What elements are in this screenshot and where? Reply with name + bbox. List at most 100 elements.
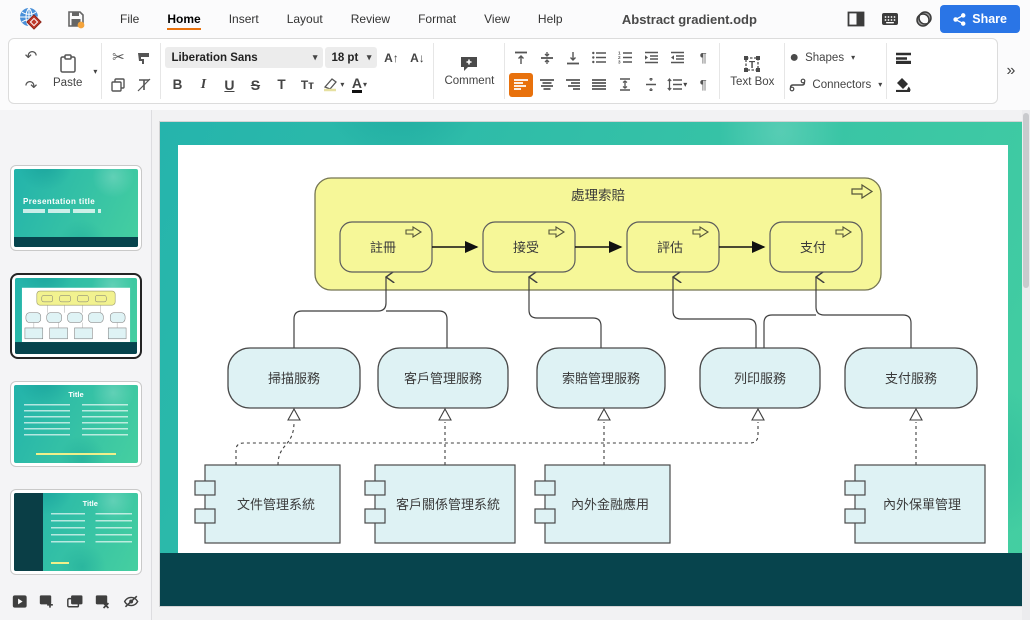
menu-home[interactable]: Home — [157, 6, 210, 32]
slide-thumbnail-3[interactable]: Title — [10, 381, 142, 467]
svg-text:3: 3 — [618, 60, 621, 64]
canvas-scrollbar[interactable] — [1022, 110, 1030, 620]
menu-view[interactable]: View — [474, 6, 520, 32]
service-claims-mgmt[interactable]: 索賠管理服務 — [537, 348, 665, 408]
paragraph-ltr-button[interactable]: ¶ — [691, 73, 715, 97]
font-name-select[interactable]: Liberation Sans ▾ — [165, 47, 323, 68]
font-color-caret-icon: ▾ — [363, 80, 367, 89]
menu-file[interactable]: File — [110, 6, 149, 32]
decrease-indent-button[interactable] — [639, 46, 663, 70]
service-payment[interactable]: 支付服務 — [845, 348, 977, 408]
slide-thumbnail-4[interactable]: Title — [10, 489, 142, 575]
slide-footer-bar — [160, 553, 1022, 606]
increase-font-button[interactable]: A↑ — [379, 46, 403, 70]
component-finance-apps[interactable]: 內外金融應用 — [535, 465, 670, 543]
paste-button[interactable]: Paste — [47, 44, 88, 98]
ribbon-more-button[interactable]: » — [998, 38, 1024, 104]
increase-indent-button[interactable] — [665, 46, 689, 70]
font-size-select[interactable]: 18 pt ▾ — [325, 47, 377, 68]
text-box-button[interactable]: T Text Box — [724, 44, 780, 98]
bold-button[interactable]: B — [165, 73, 189, 97]
paste-icon — [59, 54, 77, 74]
svg-text:文件管理系統: 文件管理系統 — [237, 497, 315, 512]
font-color-button[interactable]: A ▾ — [347, 73, 371, 97]
thumb4-body-lines — [51, 513, 132, 543]
align-bottom-button[interactable] — [561, 46, 585, 70]
keyboard-icon[interactable] — [880, 9, 900, 29]
service-print[interactable]: 列印服務 — [700, 348, 820, 408]
menu-review[interactable]: Review — [341, 6, 400, 32]
align-left-button[interactable] — [509, 73, 533, 97]
panel-toggle-icon[interactable] — [846, 9, 866, 29]
menu-layout[interactable]: Layout — [277, 6, 333, 32]
decrease-font-button[interactable]: A↓ — [405, 46, 429, 70]
align-center-button[interactable] — [535, 73, 559, 97]
paste-caret-icon[interactable]: ▾ — [93, 67, 97, 76]
app-header: File Home Insert Layout Review Format Vi… — [0, 0, 1030, 38]
duplicate-slide-button[interactable] — [67, 593, 83, 610]
step-evaluate[interactable]: 評估 — [627, 222, 719, 272]
slide-content-area[interactable]: 處理索賠 註冊 — [178, 145, 1008, 553]
format-painter-button[interactable] — [132, 46, 156, 70]
slide-layout-button[interactable] — [891, 46, 915, 70]
copy-button[interactable] — [106, 73, 130, 97]
line-spacing-button[interactable]: ▾ — [665, 73, 689, 97]
paperclip-icon[interactable] — [914, 9, 934, 29]
svg-text:註冊: 註冊 — [370, 240, 396, 255]
slide-thumbnail-1[interactable]: Presentation title — [10, 165, 142, 251]
component-policy-mgmt[interactable]: 內外保單管理 — [845, 465, 985, 543]
editor-canvas[interactable]: 處理索賠 註冊 — [152, 110, 1030, 620]
italic-button[interactable]: I — [191, 73, 215, 97]
char-spacing-button[interactable]: T — [269, 73, 293, 97]
distribute-button[interactable] — [639, 73, 663, 97]
component-crm[interactable]: 客戶關係管理系統 — [365, 465, 515, 543]
add-slide-button[interactable] — [39, 593, 54, 610]
canvas-scrollbar-thumb[interactable] — [1023, 113, 1029, 288]
step-pay[interactable]: 支付 — [770, 222, 862, 272]
menu-format[interactable]: Format — [408, 6, 466, 32]
align-right-button[interactable] — [561, 73, 585, 97]
underline-button[interactable]: U — [217, 73, 241, 97]
redo-button[interactable]: ↷ — [19, 74, 43, 98]
start-slideshow-button[interactable] — [12, 593, 27, 610]
slide-thumbnail-2-selected[interactable] — [10, 273, 142, 359]
svg-text:掃描服務: 掃描服務 — [268, 371, 320, 386]
dashed-doc-print[interactable] — [236, 422, 758, 465]
save-icon[interactable] — [66, 9, 86, 29]
vertical-text-align-button[interactable] — [613, 73, 637, 97]
share-label: Share — [972, 12, 1007, 26]
connectors-button[interactable]: Connectors ▾ — [789, 71, 882, 98]
shapes-button[interactable]: ● Shapes ▾ — [789, 44, 882, 71]
undo-button[interactable]: ↶ — [19, 44, 43, 68]
svg-text:接受: 接受 — [513, 240, 539, 255]
highlight-color-button[interactable]: ▾ — [321, 73, 345, 97]
delete-slide-button[interactable] — [95, 593, 110, 610]
svg-text:支付: 支付 — [800, 240, 826, 255]
connector-customer-register[interactable] — [386, 311, 447, 348]
strikethrough-button[interactable]: S — [243, 73, 267, 97]
comment-button[interactable]: Comment — [438, 44, 500, 98]
change-case-button[interactable]: Tт — [295, 73, 319, 97]
step-register[interactable]: 註冊 — [340, 222, 432, 272]
menu-help[interactable]: Help — [528, 6, 573, 32]
hide-slide-button[interactable] — [123, 593, 139, 610]
cut-button[interactable]: ✂ — [106, 46, 130, 70]
component-document-mgmt[interactable]: 文件管理系統 — [195, 465, 340, 543]
clear-format-button[interactable] — [132, 73, 156, 97]
service-customer-mgmt[interactable]: 客戶管理服務 — [378, 348, 508, 408]
connector-print-pay[interactable] — [764, 315, 816, 348]
service-scan[interactable]: 掃描服務 — [228, 348, 360, 408]
slide-2-canvas[interactable]: 處理索賠 註冊 — [160, 122, 1022, 606]
thumb1-subtitle-lines — [23, 209, 101, 213]
bullet-list-button[interactable] — [587, 46, 611, 70]
align-justify-button[interactable] — [587, 73, 611, 97]
align-top-button[interactable] — [509, 46, 533, 70]
fill-color-button[interactable] — [891, 73, 915, 97]
share-button[interactable]: Share — [940, 5, 1020, 33]
numbered-list-button[interactable]: 123 — [613, 46, 637, 70]
align-vcenter-button[interactable] — [535, 46, 559, 70]
menu-insert[interactable]: Insert — [219, 6, 269, 32]
step-accept[interactable]: 接受 — [483, 222, 575, 272]
paragraph-rtl-button[interactable]: ¶ — [691, 46, 715, 70]
font-name-caret-icon: ▾ — [313, 52, 318, 63]
